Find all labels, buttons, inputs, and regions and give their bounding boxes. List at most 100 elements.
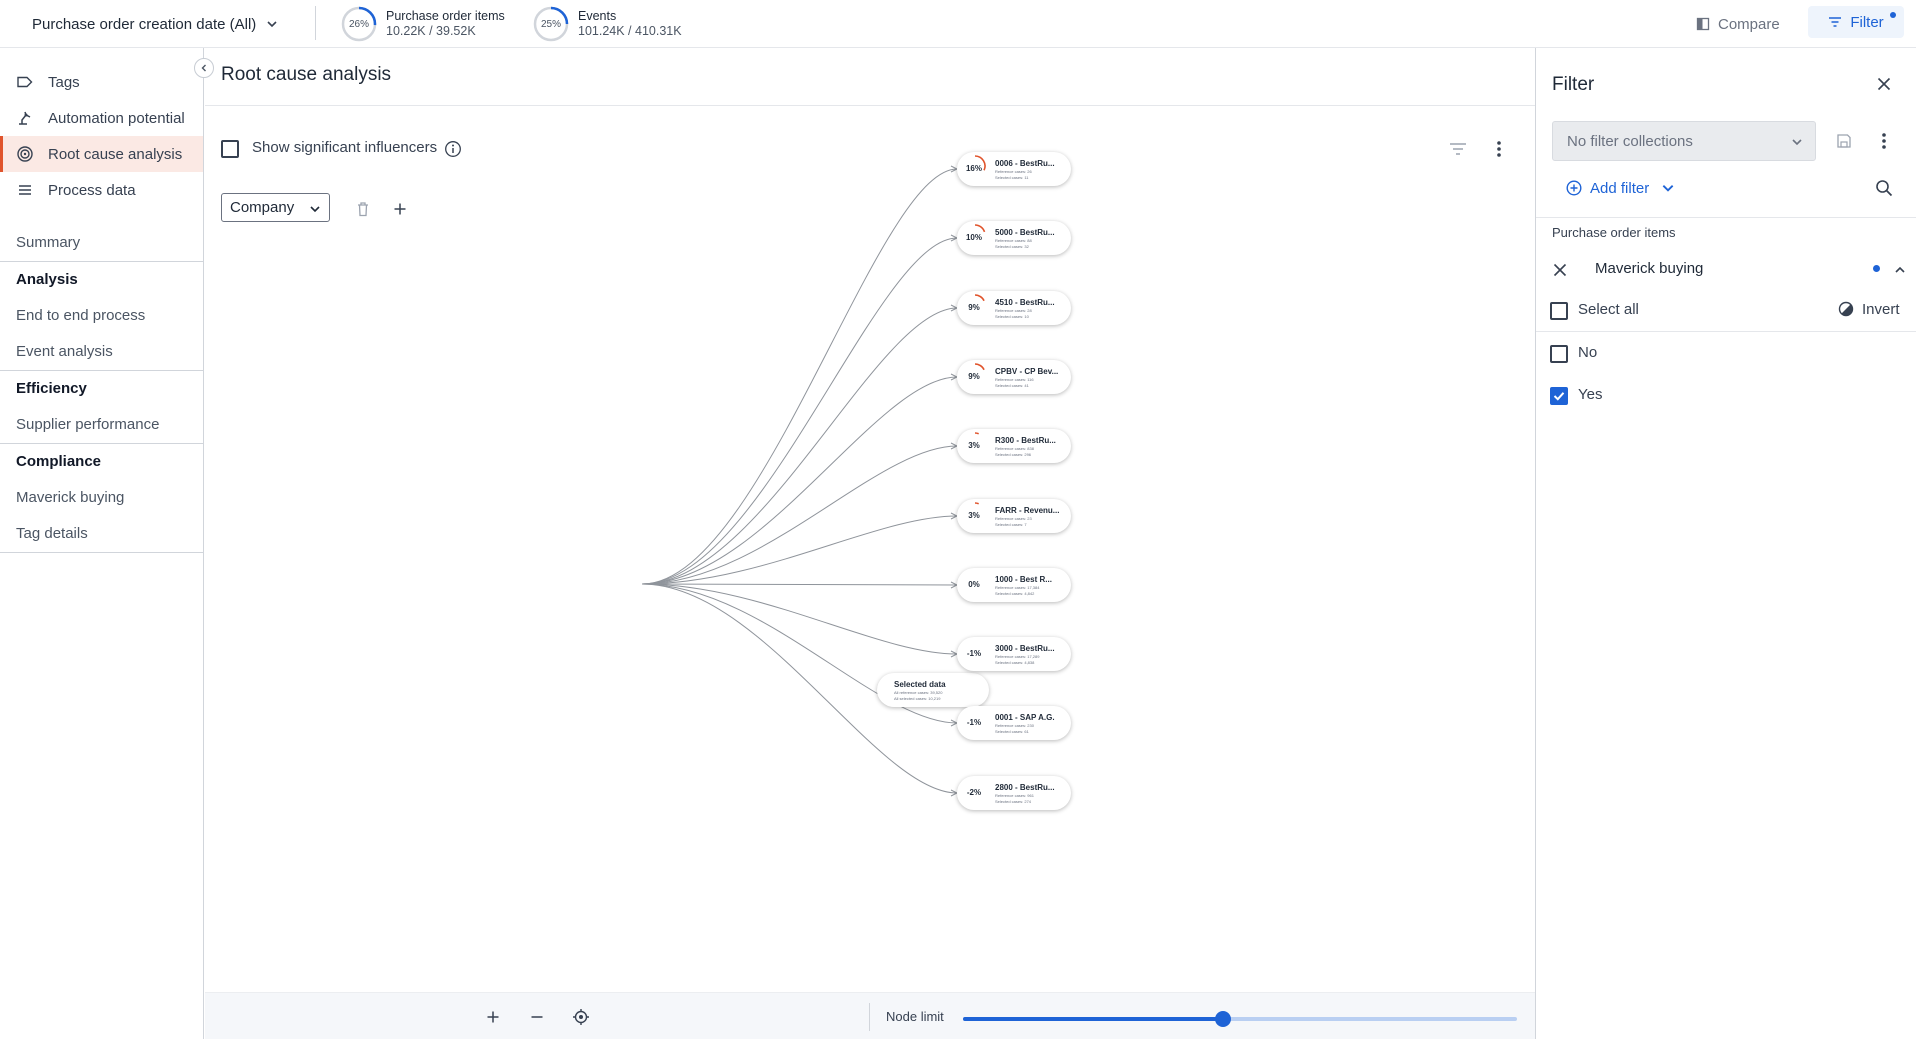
plus-icon — [487, 1011, 499, 1023]
graph-controls-bar: Node limit — [205, 992, 1535, 1039]
invert-button[interactable]: Invert — [1838, 299, 1900, 319]
influencer-node[interactable]: 16% 0006 - BestRu... Reference cases: 26 Se… — [957, 152, 1071, 186]
add-filter-label: Add filter — [1590, 179, 1650, 197]
sidebar-link-event-analysis[interactable]: Event analysis — [16, 343, 113, 360]
influencer-percent: 16% — [965, 164, 982, 173]
select-all-label: Select all — [1578, 301, 1639, 318]
influencer-percent: -1% — [966, 649, 982, 658]
sidebar-item-process-data[interactable]: Process data — [0, 172, 203, 208]
influencer-percent: 3% — [968, 441, 980, 450]
influencer-node[interactable]: 9% 4510 - BestRu... Reference cases: 28 Sel… — [957, 291, 1071, 325]
select-all-checkbox[interactable] — [1550, 302, 1568, 320]
kpi-ring-label: 26% — [348, 18, 369, 30]
sidebar-link-supplier-performance[interactable]: Supplier performance — [16, 416, 159, 433]
sidebar-link-end-to-end-process[interactable]: End to end process — [16, 307, 145, 324]
sidebar-item-tags[interactable]: Tags — [0, 64, 203, 100]
collapse-filter-button[interactable] — [1888, 258, 1912, 282]
influencer-node[interactable]: 0% 1000 - Best R... Reference cases: 17,38… — [957, 568, 1071, 602]
influencer-name: CPBV - CP Bev... — [995, 367, 1059, 376]
tag-icon — [17, 76, 33, 88]
save-icon — [1837, 134, 1851, 148]
influencer-reference-cases: Reference cases: 116 — [995, 377, 1034, 382]
influencer-selected-cases: Selected cases: 41 — [995, 383, 1029, 388]
search-filters-button[interactable] — [1872, 176, 1896, 200]
zoom-in-button[interactable] — [481, 1005, 505, 1029]
kpi-title: Events — [578, 9, 617, 23]
progress-ring: 26% — [340, 5, 378, 43]
section-heading-compliance: Compliance — [16, 453, 102, 470]
filter-collections-dropdown[interactable]: No filter collections — [1552, 121, 1816, 161]
filter-icon — [1829, 17, 1842, 27]
close-icon — [1553, 263, 1567, 277]
divider — [1536, 217, 1916, 218]
slider-thumb[interactable] — [1215, 1011, 1232, 1027]
influencer-node[interactable]: 9% CPBV - CP Bev... Reference cases: 116 Se… — [957, 360, 1071, 394]
filter-button[interactable]: Filter — [1808, 6, 1904, 38]
sidebar-item-automation-potential[interactable]: Automation potential — [0, 100, 203, 136]
influencer-reference-cases: Reference cases: 230 — [995, 723, 1034, 728]
zoom-out-button[interactable] — [525, 1005, 549, 1029]
influencer-selected-cases: Selected cases: 4,842 — [995, 591, 1035, 596]
sidebar-link-tag-details[interactable]: Tag details — [16, 525, 88, 542]
influencer-node[interactable]: -1% 3000 - BestRu... Reference cases: 17,2… — [957, 637, 1071, 671]
influencer-reference-cases: Reference cases: 23 — [995, 516, 1032, 521]
filter-more-options-button[interactable] — [1872, 129, 1896, 153]
influencer-reference-cases: Reference cases: 17,384 — [995, 585, 1040, 590]
save-collection-button[interactable] — [1832, 129, 1856, 153]
influencer-node[interactable]: 3% R300 - BestRu... Reference cases: 838 Se… — [957, 429, 1071, 463]
add-filter-button[interactable]: Add filter — [1566, 177, 1675, 199]
sidebar-link-maverick-buying[interactable]: Maverick buying — [16, 489, 124, 506]
close-filter-panel-button[interactable] — [1872, 72, 1896, 96]
compare-icon — [1696, 17, 1710, 31]
influencer-node[interactable]: -1% 0001 - SAP A.G. Reference cases: 230 Se… — [957, 706, 1071, 740]
influencer-reference-cases: Reference cases: 28 — [995, 308, 1032, 313]
influencer-reference-cases: Reference cases: 17,289 — [995, 654, 1040, 659]
top-bar: Purchase order creation date (All) 26% P… — [0, 0, 1916, 48]
influencer-percent: -2% — [966, 788, 982, 797]
influencer-percent: 0% — [968, 580, 980, 589]
minus-icon — [531, 1016, 543, 1018]
crosshair-icon — [573, 1009, 589, 1025]
influencer-name: R300 - BestRu... — [995, 436, 1056, 445]
influencer-reference-cases: Reference cases: 961 — [995, 793, 1034, 798]
page-title: Root cause analysis — [221, 64, 392, 85]
node-limit-slider[interactable] — [963, 1011, 1517, 1027]
influencer-name: 1000 - Best R... — [995, 575, 1052, 584]
robot-arm-icon — [19, 111, 31, 125]
invert-label: Invert — [1862, 300, 1900, 318]
filter-option-label: No — [1578, 344, 1598, 361]
compare-label: Compare — [1718, 15, 1780, 33]
divider — [869, 1003, 870, 1031]
sidebar-item-root-cause-analysis[interactable]: Root cause analysis — [0, 136, 203, 172]
influencer-name: 2800 - BestRu... — [995, 783, 1055, 792]
influencer-percent: -1% — [966, 718, 982, 727]
node-limit-label: Node limit — [886, 1009, 944, 1024]
remove-filter-button[interactable] — [1548, 258, 1572, 282]
influencer-node[interactable]: 3% FARR - Revenu... Reference cases: 23 Sel… — [957, 499, 1071, 533]
target-icon — [17, 146, 33, 162]
more-vertical-icon — [1882, 133, 1886, 149]
influencer-node[interactable]: 10% 5000 - BestRu... Reference cases: 88 Se… — [957, 221, 1071, 255]
slider-fill — [963, 1017, 1224, 1021]
collapse-sidebar-button[interactable] — [194, 58, 214, 78]
kpi-value: 101.24K / 410.31K — [578, 24, 682, 38]
sidebar: Tags Automation potential Root cause ana… — [0, 48, 204, 1039]
influencer-node[interactable]: -2% 2800 - BestRu... Reference cases: 961 S… — [957, 776, 1071, 810]
filter-option-checkbox-yes[interactable] — [1550, 387, 1568, 405]
filter-panel: Filter No filter collections Add filter … — [1535, 48, 1916, 1039]
close-icon — [1877, 77, 1891, 91]
sidebar-link-summary[interactable]: Summary — [16, 234, 80, 251]
recenter-button[interactable] — [569, 1005, 593, 1029]
compare-button[interactable]: Compare — [1696, 10, 1780, 38]
kpi-events: 25% Events 101.24K / 410.31K — [532, 4, 682, 44]
root-node[interactable]: Selected data All reference cases: 39,52… — [877, 673, 989, 707]
influencer-selected-cases: Selected cases: 274 — [995, 799, 1032, 804]
filter-label: Filter — [1850, 13, 1884, 31]
influencer-name: 5000 - BestRu... — [995, 228, 1055, 237]
active-filter-indicator — [1890, 12, 1896, 18]
influencer-selected-cases: Selected cases: 11 — [995, 175, 1029, 180]
root-cause-tree: Selected data All reference cases: 39,52… — [205, 106, 1535, 992]
date-range-dropdown[interactable]: Purchase order creation date (All) — [32, 12, 278, 36]
filter-option-checkbox-no[interactable] — [1550, 345, 1568, 363]
divider — [0, 552, 203, 553]
